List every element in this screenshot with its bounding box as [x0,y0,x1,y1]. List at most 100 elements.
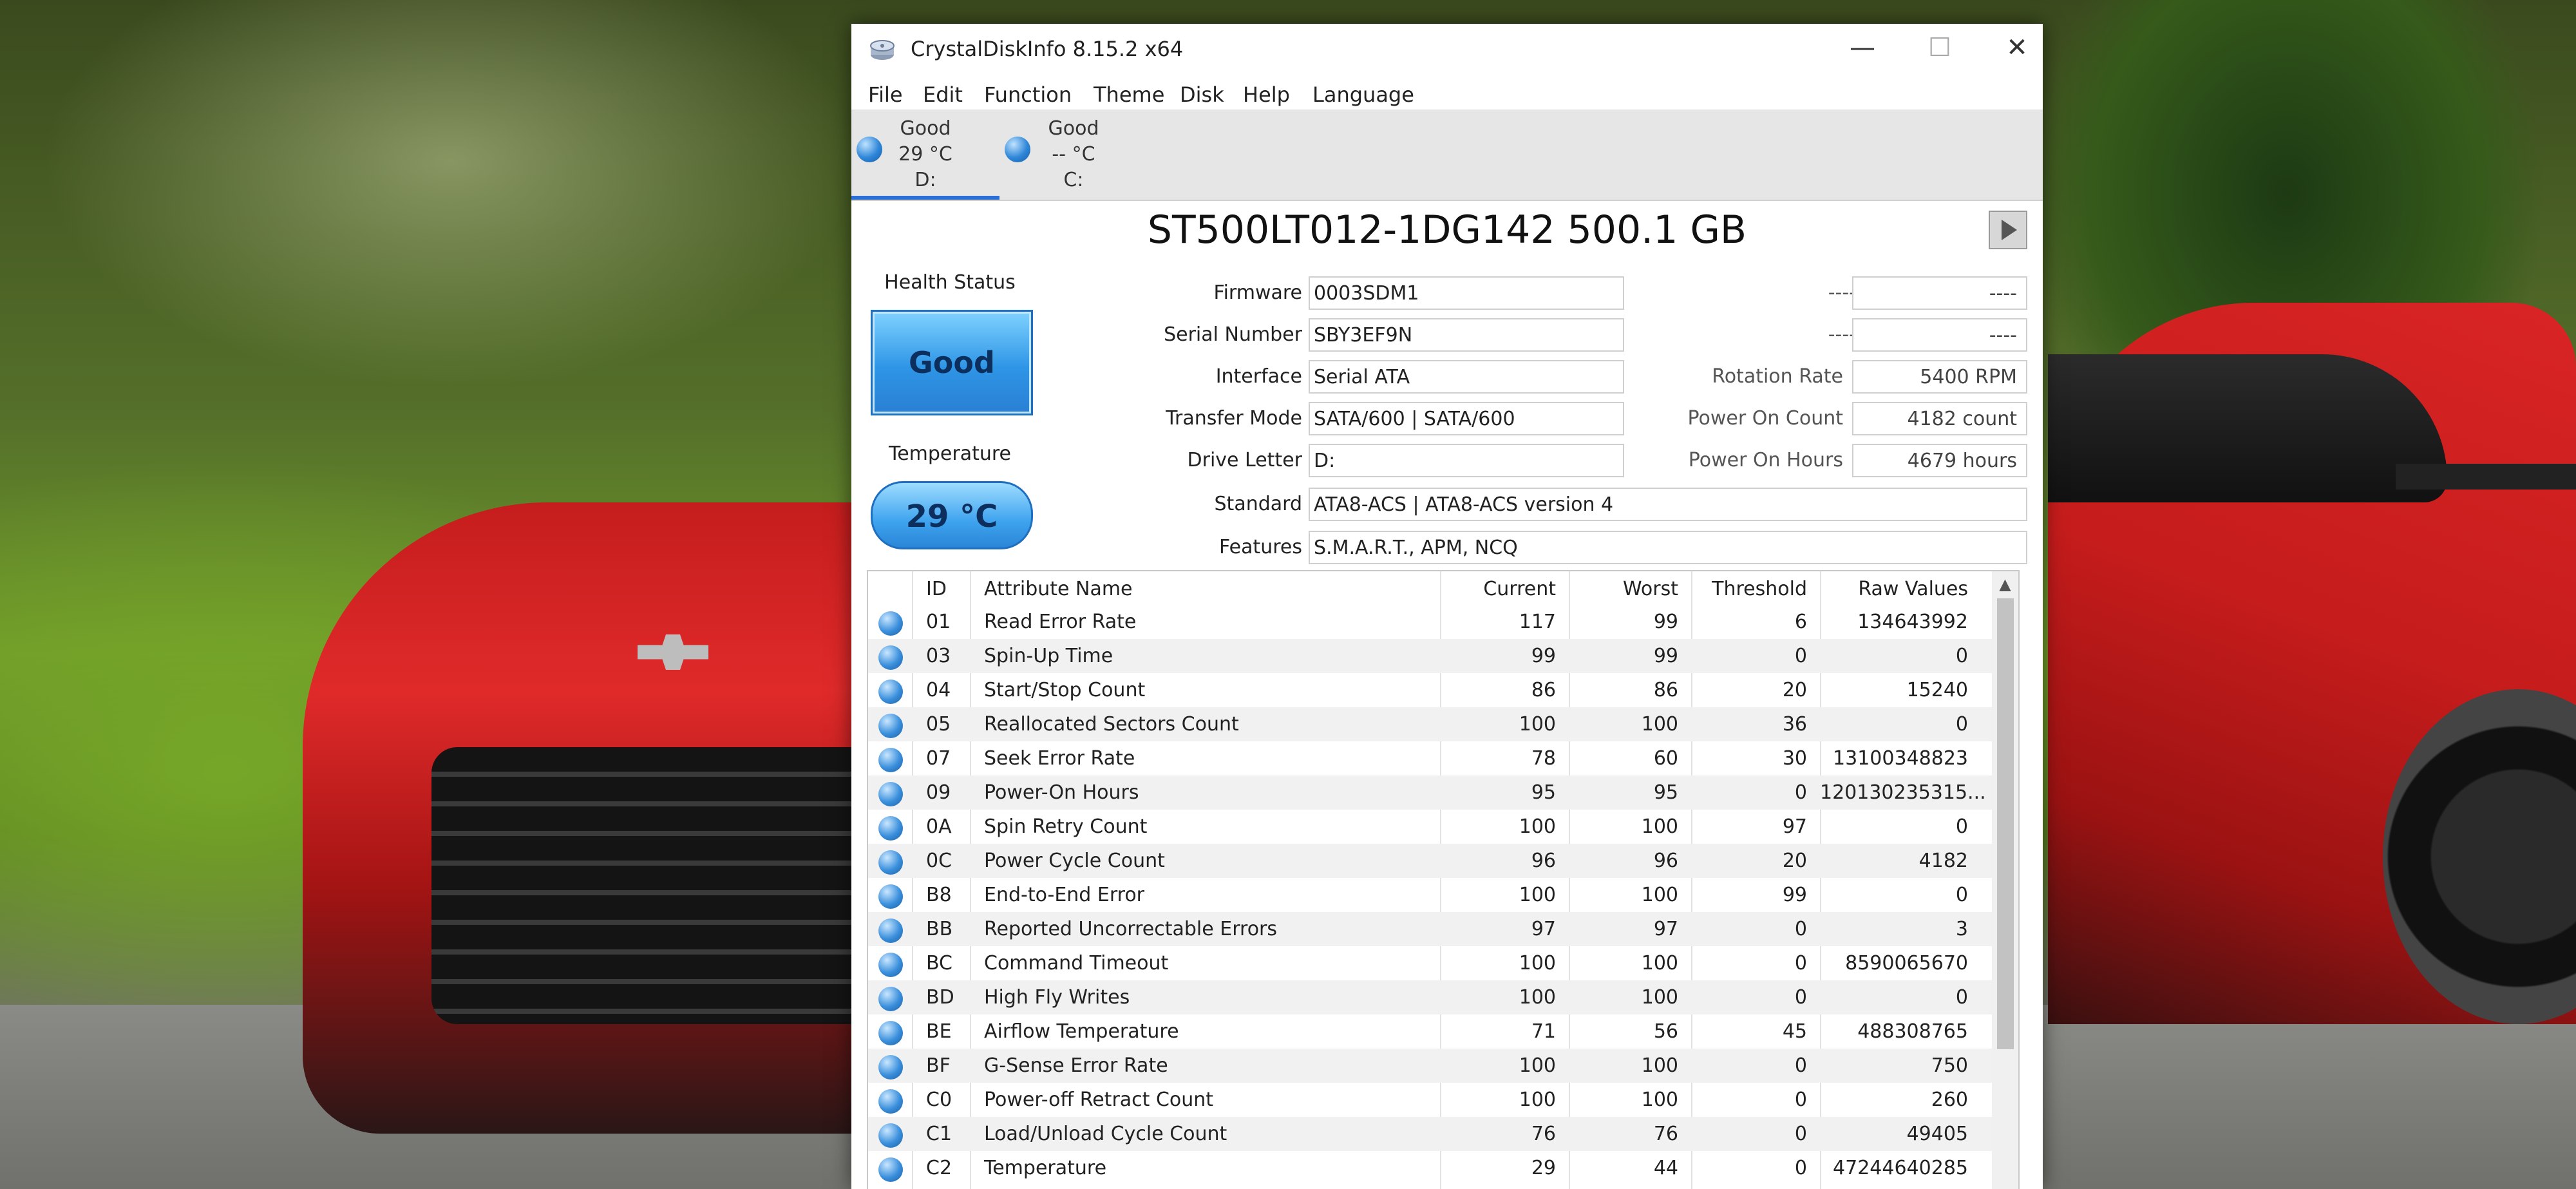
cell-threshold: 20 [1782,850,1807,872]
disk-model-title: ST500LT012-1DG142 500.1 GB [1147,207,1747,252]
menu-disk[interactable]: Disk [1180,82,1224,107]
scrollbar-thumb[interactable] [1997,598,2014,1049]
disk-tab-temp: 29 °C [898,143,952,166]
car-emblem [638,634,708,670]
smart-attributes-table[interactable]: ID Attribute Name Current Worst Threshol… [867,570,2020,1189]
health-status-button[interactable]: Good [871,310,1033,415]
smart-table-row[interactable]: BE Airflow Temperature 71 56 45 488308765 [868,1014,1992,1049]
menu-file[interactable]: File [868,82,903,107]
cell-current: 100 [1519,1089,1556,1111]
header-raw-values[interactable]: Raw Values [1820,578,1968,600]
smart-table-row[interactable]: 09 Power-On Hours 95 95 0 120130235315... [868,775,1992,810]
cell-name: Reallocated Sectors Count [984,713,1239,736]
smart-table-row[interactable]: BC Command Timeout 100 100 0 8590065670 [868,946,1992,980]
good-status-dot-icon [878,987,903,1011]
smart-table-row[interactable]: BF G-Sense Error Rate 100 100 0 750 [868,1049,1992,1083]
cell-threshold: 30 [1782,747,1807,770]
features-label: Features [1219,536,1302,558]
cell-threshold: 0 [1794,952,1807,975]
cell-name: Seek Error Rate [984,747,1135,770]
menu-theme[interactable]: Theme [1094,82,1164,107]
cell-worst: 99 [1653,611,1678,633]
header-threshold[interactable]: Threshold [1691,578,1807,600]
health-status-label: Health Status [884,271,1016,294]
reserved-field-2: ---- [1852,318,2027,352]
menu-bar: File Edit Function Theme Disk Help Langu… [851,79,2043,109]
transfer-mode-label: Transfer Mode [1166,407,1302,430]
menu-help[interactable]: Help [1243,82,1290,107]
good-status-dot-icon [878,1123,903,1148]
next-disk-button[interactable] [1989,211,2027,249]
smart-table-row[interactable]: C2 Temperature 29 44 0 47244640285 [868,1151,1992,1185]
smart-table-row[interactable]: BD High Fly Writes 100 100 0 0 [868,980,1992,1014]
disk-tab-d[interactable]: Good 29 °C D: [851,109,999,200]
serial-number-label: Serial Number [1164,323,1302,346]
header-attribute-name[interactable]: Attribute Name [984,578,1133,600]
maximize-button[interactable]: ☐ [1901,24,1978,75]
disk-tab-c[interactable]: Good -- °C C: [999,109,1148,200]
good-status-dot-icon [878,1157,903,1182]
title-bar[interactable]: CrystalDiskInfo 8.15.2 x64 — ☐ ✕ [851,24,2043,75]
interface-field: Serial ATA [1309,360,1624,394]
smart-table-row[interactable]: C0 Power-off Retract Count 100 100 0 260 [868,1083,1992,1117]
transfer-mode-field: SATA/600 | SATA/600 [1309,402,1624,435]
header-current[interactable]: Current [1440,578,1556,600]
cell-worst: 95 [1653,781,1678,804]
header-worst[interactable]: Worst [1569,578,1678,600]
cell-id: 04 [926,679,951,701]
reserved-label-1: ---- [1828,281,1856,304]
menu-function[interactable]: Function [984,82,1072,107]
close-icon: ✕ [2006,33,2028,62]
cell-raw: 49405 [1906,1123,1968,1145]
cell-threshold: 0 [1794,986,1807,1009]
car-window [2048,354,2447,502]
smart-table-row[interactable]: 01 Read Error Rate 117 99 6 134643992 [868,605,1992,639]
cell-raw: 3 [1955,918,1968,940]
minimize-icon: — [1850,33,1875,62]
cell-name: Load/Unload Cycle Count [984,1123,1227,1145]
cell-raw: 0 [1955,884,1968,906]
good-status-dot-icon [878,714,903,738]
cell-raw: 4182 [1918,850,1968,872]
reserved-label-2: ---- [1828,323,1856,346]
play-icon [2002,220,2017,240]
smart-table-row[interactable]: B8 End-to-End Error 100 100 99 0 [868,878,1992,912]
cell-id: C1 [926,1123,952,1145]
smart-table-row[interactable]: 0A Spin Retry Count 100 100 97 0 [868,810,1992,844]
cell-worst: 100 [1641,884,1678,906]
cell-id: B8 [926,884,952,906]
cell-current: 29 [1531,1157,1556,1179]
temperature-button[interactable]: 29 °C [871,481,1033,549]
cell-threshold: 45 [1782,1020,1807,1043]
cell-worst: 100 [1641,1089,1678,1111]
temperature-value: 29 °C [905,499,998,535]
disk-tab-drive: C: [1063,169,1084,191]
smart-table-row[interactable]: 0C Power Cycle Count 96 96 20 4182 [868,844,1992,878]
smart-table-row[interactable]: 03 Spin-Up Time 99 99 0 0 [868,639,1992,673]
wallpaper-car-front [303,502,882,1134]
firmware-label: Firmware [1213,281,1303,304]
smart-table-row[interactable]: 04 Start/Stop Count 86 86 20 15240 [868,673,1992,707]
cell-threshold: 0 [1794,1054,1807,1077]
close-button[interactable]: ✕ [1978,24,2043,75]
table-scrollbar[interactable]: ▲ [1992,571,2018,1189]
smart-table-row[interactable]: BB Reported Uncorrectable Errors 97 97 0 3 [868,912,1992,946]
cell-current: 86 [1531,679,1556,701]
disk-tab-status: Good [1048,117,1099,140]
cell-name: Read Error Rate [984,611,1137,633]
cell-name: Power Cycle Count [984,850,1165,872]
menu-edit[interactable]: Edit [923,82,963,107]
smart-table-row[interactable]: C1 Load/Unload Cycle Count 76 76 0 49405 [868,1117,1992,1151]
power-on-hours-label: Power On Hours [1688,449,1843,471]
smart-table-row[interactable]: 07 Seek Error Rate 78 60 30 13100348823 [868,741,1992,775]
menu-language[interactable]: Language [1312,82,1414,107]
good-status-dot-icon [878,918,903,943]
smart-table-row[interactable]: 05 Reallocated Sectors Count 100 100 36 0 [868,707,1992,741]
cell-current: 99 [1531,645,1556,667]
minimize-button[interactable]: — [1824,24,1901,75]
scroll-up-arrow-icon[interactable]: ▲ [1992,571,2018,597]
cell-threshold: 97 [1782,815,1807,838]
cell-name: G-Sense Error Rate [984,1054,1168,1077]
header-id[interactable]: ID [926,578,947,600]
standard-label: Standard [1214,493,1302,515]
